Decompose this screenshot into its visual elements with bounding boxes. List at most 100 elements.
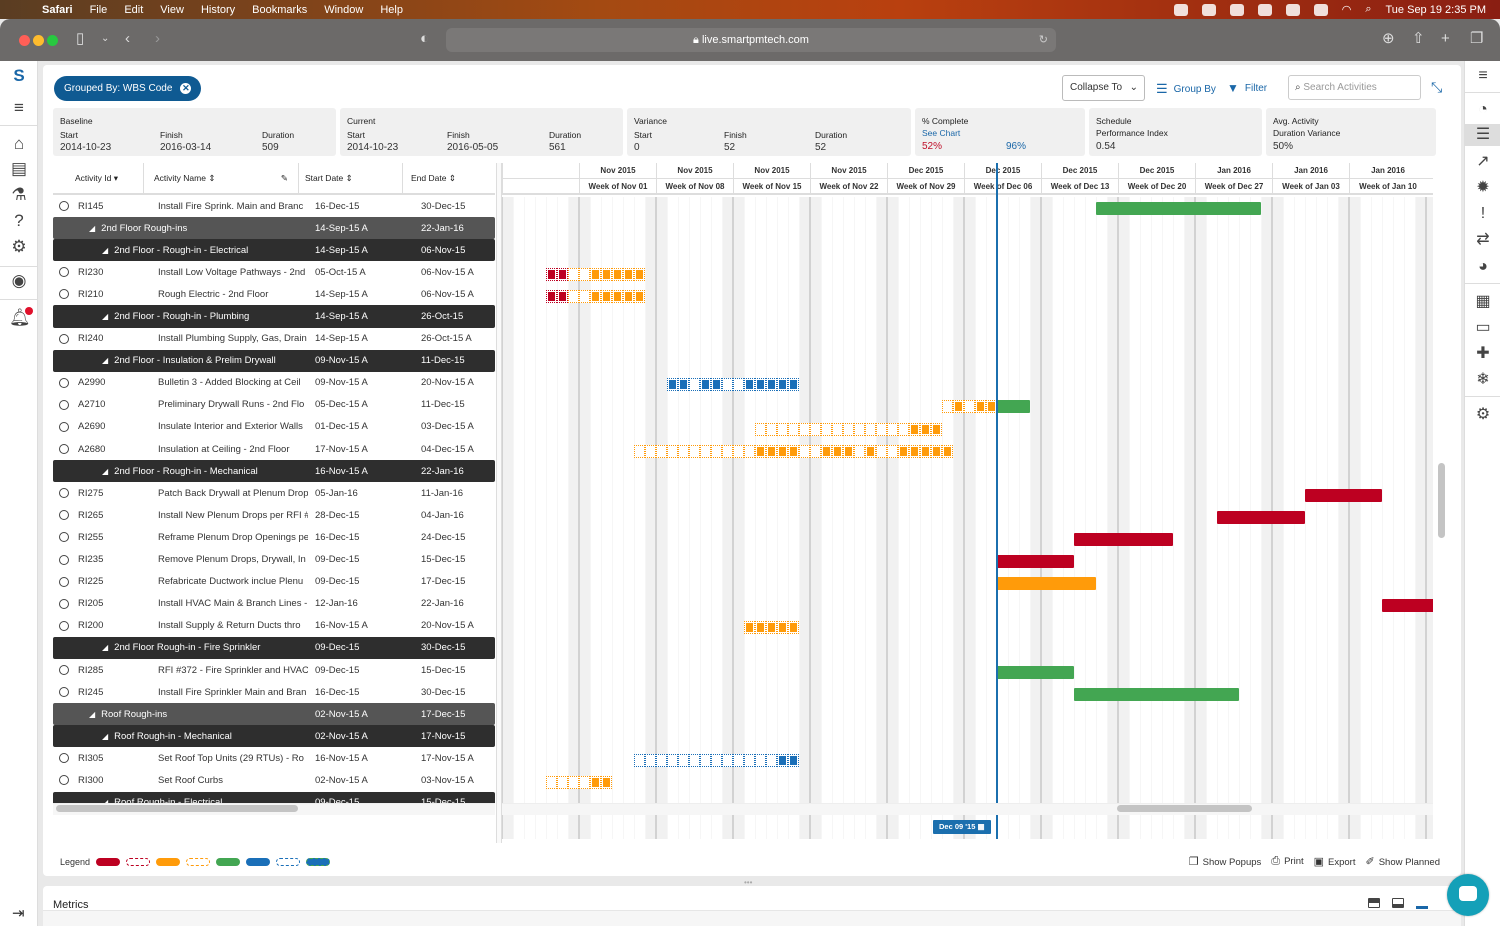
activity-row[interactable]: RI205 Install HVAC Main & Branch Lines - 1… [53, 592, 495, 615]
gantt-planned-day-blue[interactable] [656, 754, 667, 767]
gantt-planned-day-orange[interactable] [920, 422, 931, 436]
select-radio[interactable] [59, 554, 69, 565]
gantt-planned-day-orange[interactable] [612, 289, 623, 303]
activity-row[interactable]: RI200 Install Supply & Return Ducts thro 1… [53, 614, 495, 637]
gantt-planned-day-orange[interactable] [579, 267, 590, 281]
gantt-planned-day-orange[interactable] [942, 444, 953, 458]
gantt-planned-day-orange[interactable] [623, 267, 634, 281]
gantt-planned-day-blue[interactable] [733, 754, 744, 767]
gantt-bar-red[interactable] [997, 555, 1074, 569]
gantt-planned-day-orange[interactable] [975, 400, 986, 414]
gantt-bar-green[interactable] [997, 400, 1030, 414]
gantt-planned-day-blue[interactable] [711, 754, 722, 767]
today-label[interactable]: Dec 09 '15 ▦ [933, 820, 991, 834]
gantt-planned-day-blue[interactable] [755, 378, 766, 392]
pie-chart-icon[interactable]: ◕ [1465, 256, 1500, 278]
gantt-planned-day-orange[interactable] [678, 444, 689, 458]
activity-row[interactable]: RI240 Install Plumbing Supply, Gas, Drain… [53, 327, 495, 350]
gantt-planned-day-orange[interactable] [766, 422, 777, 436]
gantt-planned-day-orange[interactable] [711, 444, 722, 458]
gantt-planned-day-orange[interactable] [590, 267, 601, 281]
badge-icon[interactable]: ✹ [1465, 177, 1500, 199]
gantt-planned-day-orange[interactable] [744, 621, 755, 635]
flask-icon[interactable]: ⚗ [9, 185, 29, 205]
export-button[interactable]: ▣ Export [1314, 855, 1356, 868]
downloads-icon[interactable]: ⊕ [1382, 31, 1395, 47]
activity-row[interactable]: A2690 Insulate Interior and Exterior Wall… [53, 415, 495, 439]
trend-chart-icon[interactable]: ↗ [1465, 151, 1500, 173]
gantt-planned-day-blue[interactable] [722, 378, 733, 392]
gantt-planned-day-orange[interactable] [601, 776, 612, 790]
gantt-planned-day-orange[interactable] [876, 444, 887, 458]
close-window-button[interactable] [19, 35, 30, 46]
gantt-planned-day-blue[interactable] [777, 378, 788, 392]
menu-window[interactable]: Window [324, 4, 363, 16]
wbs-group-row[interactable]: ◢ 2nd Floor - Insulation & Prelim Drywall… [53, 349, 495, 372]
address-bar[interactable]: 🔒︎ live.smartpmtech.com ↻ [446, 28, 1056, 52]
edit-pencil-icon[interactable]: ✎ [281, 173, 288, 184]
battery-icon[interactable] [1313, 3, 1328, 16]
wbs-group-row[interactable]: ◢ 2nd Floor - Rough-in - Mechanical 16-Nov… [53, 460, 495, 483]
gantt-planned-day-orange[interactable] [909, 444, 920, 458]
gantt-planned-day-orange[interactable] [766, 621, 777, 635]
gantt-planned-day-orange[interactable] [755, 621, 766, 635]
gantt-planned-day-blue[interactable] [700, 754, 711, 767]
gantt-view-icon[interactable]: ☰ [1465, 124, 1500, 146]
print-button[interactable]: ⎙ Print [1271, 855, 1303, 868]
gantt-planned-day-blue[interactable] [766, 378, 777, 392]
select-radio[interactable] [59, 488, 69, 499]
gantt-planned-day-orange[interactable] [700, 444, 711, 458]
gantt-planned-day-orange[interactable] [612, 267, 623, 281]
help-icon[interactable]: ? [9, 211, 29, 231]
select-radio[interactable] [59, 444, 69, 455]
activity-row[interactable]: RI235 Remove Plenum Drops, Drywall, In 09-… [53, 548, 495, 571]
gantt-planned-day-blue[interactable] [788, 378, 799, 392]
settings-icon[interactable]: ⚙ [1465, 404, 1500, 426]
col-activity-id[interactable]: Activity Id ▾ [53, 163, 144, 193]
gantt-planned-day-orange[interactable] [788, 621, 799, 635]
zoom-window-button[interactable] [47, 35, 58, 46]
gantt-bar-red[interactable] [1305, 488, 1382, 502]
activity-row[interactable]: RI145 Install Fire Sprink. Main and Branc… [53, 195, 495, 218]
collapse-triangle-icon[interactable]: ◢ [102, 732, 108, 741]
wbs-group-row[interactable]: ◢ Roof Rough-ins 02-Nov-15 A 17-Dec-15 [53, 703, 495, 726]
gantt-planned-day-blue[interactable] [689, 754, 700, 767]
gantt-planned-day-orange[interactable] [568, 776, 579, 790]
share-icon[interactable]: ⇧ [1412, 31, 1425, 47]
collapse-to-dropdown[interactable]: Collapse To ⌄ [1062, 75, 1145, 101]
wifi-icon[interactable]: ◠ [1342, 3, 1352, 16]
collapse-triangle-icon[interactable]: ◢ [102, 312, 108, 321]
show-planned-button[interactable]: ✐ Show Planned [1366, 855, 1441, 868]
see-chart-link[interactable]: See Chart [922, 128, 960, 138]
gantt-planned-day-blue[interactable] [634, 754, 645, 767]
smartpm-logo-icon[interactable]: S [9, 66, 29, 86]
group-by-button[interactable]: ☰ Group By [1156, 81, 1216, 97]
gantt-planned-day-orange[interactable] [590, 289, 601, 303]
gantt-planned-day-orange[interactable] [832, 422, 843, 436]
status-icon[interactable] [1173, 3, 1188, 16]
gantt-planned-day-orange[interactable] [920, 444, 931, 458]
chat-button[interactable] [1447, 874, 1489, 916]
menu-edit[interactable]: Edit [124, 4, 143, 16]
gantt-planned-day-orange[interactable] [931, 422, 942, 436]
forward-icon[interactable]: › [155, 31, 160, 47]
gantt-planned-day-orange[interactable] [722, 444, 733, 458]
gantt-planned-day-orange[interactable] [887, 422, 898, 436]
activity-row[interactable]: RI210 Rough Electric - 2nd Floor 14-Sep-15… [53, 283, 495, 306]
gantt-bar-red[interactable] [1074, 533, 1173, 546]
search-activities-input[interactable]: ⌕ Search Activities [1288, 75, 1421, 100]
select-radio[interactable] [59, 267, 69, 278]
spotlight-icon[interactable]: ⌕ [1365, 3, 1371, 16]
hamburger-menu-icon[interactable]: ≡ [9, 98, 29, 118]
status-icon[interactable] [1257, 3, 1272, 16]
activity-row[interactable]: RI300 Set Roof Curbs 02-Nov-15 A 03-Nov-15 … [53, 769, 495, 792]
gantt-planned-day-orange[interactable] [854, 422, 865, 436]
select-radio[interactable] [59, 377, 69, 388]
gantt-planned-day-orange[interactable] [964, 400, 975, 414]
gantt-planned-day-orange[interactable] [788, 422, 799, 436]
menu-safari[interactable]: Safari [42, 4, 73, 16]
gantt-planned-day-orange[interactable] [590, 776, 601, 790]
status-icon[interactable] [1285, 3, 1300, 16]
activity-row[interactable]: A2710 Preliminary Drywall Runs - 2nd Flo 0… [53, 393, 495, 416]
activity-row[interactable]: RI230 Install Low Voltage Pathways - 2nd 0… [53, 261, 495, 284]
